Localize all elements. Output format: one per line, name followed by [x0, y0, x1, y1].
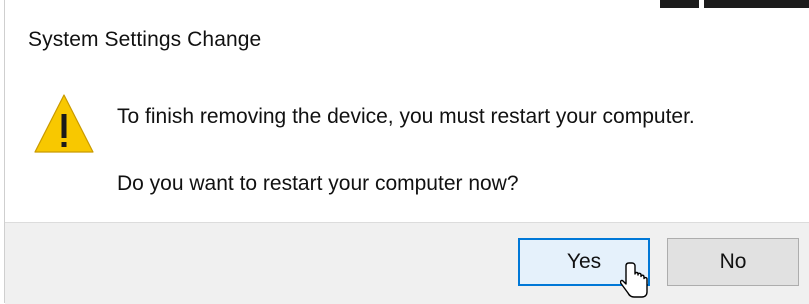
message-line-2: Do you want to restart your computer now…: [117, 172, 519, 195]
warning-icon: [34, 94, 94, 153]
mouse-pointer-icon: [620, 262, 648, 298]
background-window-edge: [660, 0, 809, 8]
no-button[interactable]: No: [667, 238, 799, 286]
dialog-title: System Settings Change: [28, 28, 262, 51]
system-settings-dialog: System Settings Change To finish removin…: [0, 0, 809, 304]
message-line-1: To finish removing the device, you must …: [117, 105, 695, 128]
